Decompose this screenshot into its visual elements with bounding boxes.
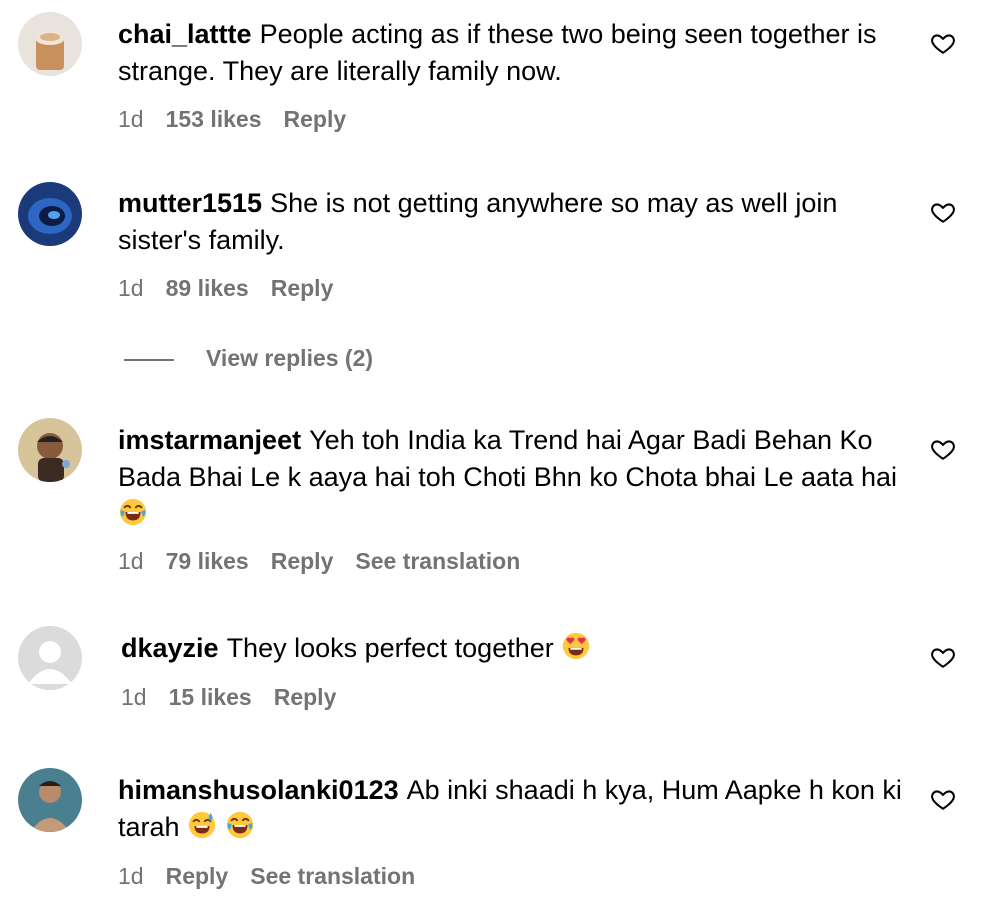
comment-text-block: mutter1515 She is not getting anywhere so… xyxy=(118,185,908,259)
comment-time: 1d xyxy=(121,684,147,710)
sweat-smile-emoji-icon xyxy=(187,810,217,840)
reply-button[interactable]: Reply xyxy=(271,548,334,574)
comment-text-block: chai_lattte People acting as if these two… xyxy=(118,16,908,90)
comment-meta: 1d 15 likes Reply xyxy=(121,682,358,712)
heart-icon[interactable] xyxy=(930,786,956,812)
divider-line xyxy=(124,359,174,361)
comment-time: 1d xyxy=(118,863,144,889)
avatar[interactable] xyxy=(18,418,82,482)
avatar[interactable] xyxy=(18,626,82,690)
reply-button[interactable]: Reply xyxy=(274,684,337,710)
heart-icon[interactable] xyxy=(930,436,956,462)
heart-icon[interactable] xyxy=(930,199,956,225)
heart-icon[interactable] xyxy=(930,30,956,56)
comment-likes[interactable]: 79 likes xyxy=(166,548,249,574)
laughing-emoji-icon xyxy=(118,497,148,527)
comment-username[interactable]: dkayzie xyxy=(121,633,219,663)
comment-likes[interactable]: 153 likes xyxy=(166,106,262,132)
comment-meta: 1d 79 likes Reply See translation xyxy=(118,546,542,576)
comment-likes[interactable]: 15 likes xyxy=(169,684,252,710)
view-replies-label: View replies (2) xyxy=(206,345,374,371)
comment-text-block: himanshusolanki0123 Ab inki shaadi h kya,… xyxy=(118,772,908,846)
reply-button[interactable]: Reply xyxy=(284,106,347,132)
avatar[interactable] xyxy=(18,182,82,246)
comment-meta: 1d 89 likes Reply xyxy=(118,273,355,303)
avatar[interactable] xyxy=(18,768,82,832)
see-translation-button[interactable]: See translation xyxy=(355,548,520,574)
comment-username[interactable]: himanshusolanki0123 xyxy=(118,775,399,805)
comment-time: 1d xyxy=(118,275,144,301)
comment-likes[interactable]: 89 likes xyxy=(166,275,249,301)
comment-time: 1d xyxy=(118,106,144,132)
reply-button[interactable]: Reply xyxy=(166,863,229,889)
comment-text: They looks perfect together xyxy=(226,633,554,663)
view-replies-button[interactable]: View replies (2) xyxy=(124,343,373,373)
avatar[interactable] xyxy=(18,12,82,76)
comment-meta: 1d Reply See translation xyxy=(118,861,437,891)
heart-icon[interactable] xyxy=(930,644,956,670)
comment-username[interactable]: imstarmanjeet xyxy=(118,425,301,455)
comment-time: 1d xyxy=(118,548,144,574)
reply-button[interactable]: Reply xyxy=(271,275,334,301)
laughing-emoji-icon xyxy=(225,810,255,840)
comment-meta: 1d 153 likes Reply xyxy=(118,104,368,134)
comment-text-block: dkayzie They looks perfect together xyxy=(121,630,911,667)
comment-username[interactable]: mutter1515 xyxy=(118,188,262,218)
heart-eyes-emoji-icon xyxy=(561,631,591,661)
comment-text-block: imstarmanjeet Yeh toh India ka Trend hai … xyxy=(118,422,908,533)
see-translation-button[interactable]: See translation xyxy=(250,863,415,889)
comment-username[interactable]: chai_lattte xyxy=(118,19,252,49)
